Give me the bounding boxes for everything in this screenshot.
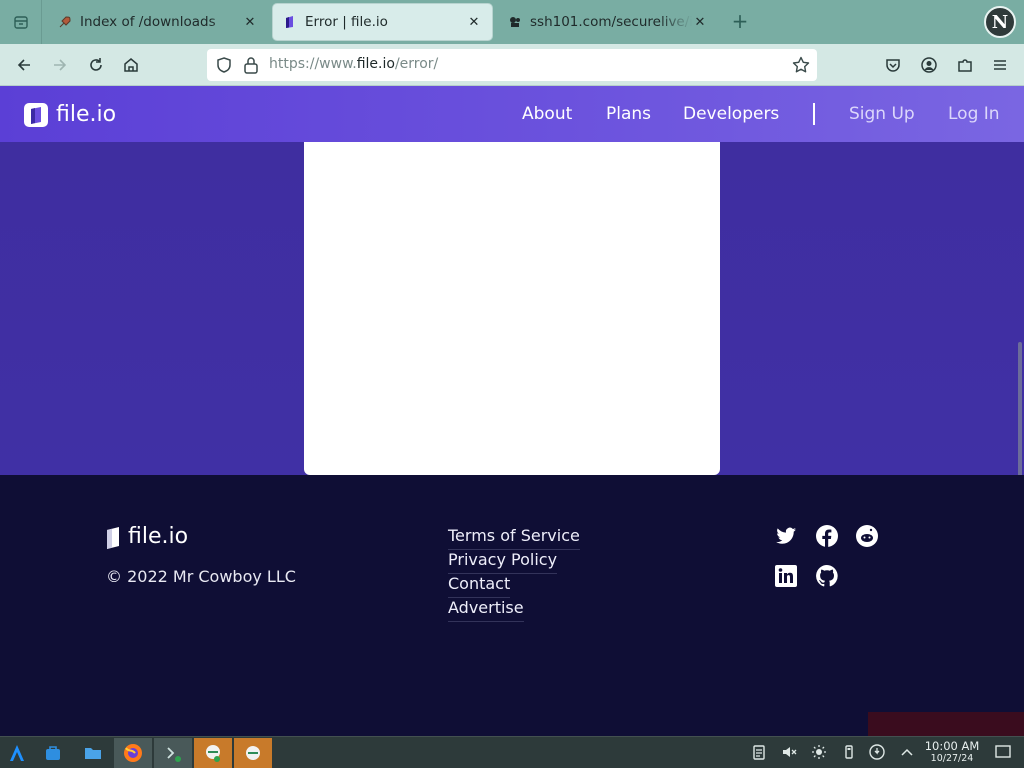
tab-ssh101[interactable]: ssh101.com/securelive/inde ✕ (498, 4, 718, 40)
tab-strip: Index of /downloads ✕ Error | file.io ✕ … (0, 0, 1024, 44)
tab-title: Index of /downloads (80, 14, 216, 30)
volume-muted-icon[interactable] (780, 743, 798, 761)
copyright-text: © 2022 Mr Cowboy LLC (106, 567, 296, 586)
terms-of-service-link[interactable]: Terms of Service (448, 526, 580, 550)
github-icon[interactable] (815, 564, 839, 588)
nav-about[interactable]: About (522, 104, 572, 124)
account-icon (921, 57, 937, 73)
arrow-left-icon (17, 59, 30, 71)
nav-divider (813, 103, 815, 125)
fileio-logo-icon (107, 526, 119, 549)
fileio-logo-icon (24, 102, 48, 127)
pocket-icon (886, 59, 900, 72)
system-clock[interactable]: 10:00 AM 10/27/24 (924, 740, 980, 765)
taskbar-firefox[interactable] (114, 738, 152, 768)
main-content (0, 142, 1024, 475)
tab-close-icon[interactable]: ✕ (242, 15, 258, 30)
taskbar-files[interactable] (74, 738, 112, 768)
site-header: file.io About Plans Developers Sign Up L… (0, 86, 1024, 142)
site-footer: file.io © 2022 Mr Cowboy LLC Terms of Se… (0, 475, 1024, 736)
site-brand-name: file.io (56, 102, 117, 127)
folder-icon (85, 748, 101, 759)
show-desktop-icon[interactable] (994, 743, 1012, 761)
tab-overview-button[interactable] (0, 0, 42, 44)
tray-expand-icon[interactable] (898, 743, 916, 761)
nav-log-in[interactable]: Log In (948, 104, 1000, 124)
linkedin-icon[interactable] (774, 564, 798, 588)
tab-title: ssh101.com/securelive/inde (530, 14, 692, 30)
app-badge-icon (206, 745, 220, 762)
privacy-policy-link[interactable]: Privacy Policy (448, 550, 558, 574)
taskbar-store[interactable] (34, 738, 72, 768)
footer-logo[interactable]: file.io (106, 524, 188, 549)
lock-icon[interactable] (242, 55, 260, 79)
clock-time: 10:00 AM (924, 739, 980, 753)
fileio-favicon-icon (283, 15, 297, 29)
reload-button[interactable] (82, 51, 110, 79)
reddit-icon[interactable] (855, 524, 879, 548)
launcher-icon (10, 745, 24, 761)
tracking-shield-icon[interactable] (215, 56, 233, 78)
arrow-right-icon (54, 59, 67, 71)
hamburger-menu-icon (994, 60, 1006, 70)
firefox-icon (124, 744, 142, 762)
tab-list-icon (13, 16, 28, 29)
tab-index-downloads[interactable]: Index of /downloads ✕ (48, 4, 268, 40)
camera-icon (508, 15, 522, 29)
account-button[interactable] (915, 51, 943, 79)
footer-links: Terms of Service Privacy Policy Contact … (448, 526, 580, 622)
nav-sign-up[interactable]: Sign Up (849, 104, 915, 124)
taskbar-app-a[interactable] (194, 738, 232, 768)
clipboard-icon[interactable] (750, 743, 768, 761)
navigation-toolbar: https://www.file.io/error/ (0, 44, 1024, 86)
error-card (304, 142, 720, 475)
url-path: /error/ (394, 56, 439, 72)
rocket-icon (58, 15, 72, 29)
url-text: https://www.file.io/error/ (269, 56, 438, 72)
bag-icon (46, 746, 60, 760)
forward-button[interactable] (46, 51, 74, 79)
brightness-icon[interactable] (810, 743, 828, 761)
tab-close-icon[interactable]: ✕ (692, 15, 708, 30)
address-bar[interactable]: https://www.file.io/error/ (207, 49, 817, 81)
url-scheme: https://www. (269, 56, 357, 72)
system-taskbar: 10:00 AM 10/27/24 (0, 736, 1024, 768)
back-button[interactable] (10, 51, 38, 79)
update-notifier-icon[interactable] (868, 743, 886, 761)
nav-developers[interactable]: Developers (683, 104, 779, 124)
terminal-icon (167, 747, 181, 762)
bookmark-star-icon[interactable] (791, 55, 811, 79)
pocket-button[interactable] (879, 51, 907, 79)
home-icon (124, 58, 138, 72)
profile-avatar[interactable]: N (984, 6, 1016, 38)
facebook-icon[interactable] (815, 524, 839, 548)
site-logo[interactable]: file.io (24, 102, 116, 127)
menu-button[interactable] (986, 51, 1014, 79)
reload-icon (90, 58, 102, 71)
tab-error-fileio[interactable]: Error | file.io ✕ (273, 4, 492, 40)
tab-close-icon[interactable]: ✕ (466, 15, 482, 30)
advertise-link[interactable]: Advertise (448, 598, 524, 622)
url-host: file.io (356, 56, 395, 72)
extensions-button[interactable] (951, 51, 979, 79)
footer-brand-name: file.io (128, 524, 189, 549)
new-tab-button[interactable]: + (728, 10, 752, 34)
puzzle-icon (958, 59, 972, 72)
overlay-strip (868, 712, 1024, 736)
app-launcher-button[interactable] (0, 738, 34, 768)
contact-link[interactable]: Contact (448, 574, 511, 598)
nav-plans[interactable]: Plans (606, 104, 651, 124)
clock-date: 10/27/24 (930, 753, 974, 764)
home-button[interactable] (117, 51, 145, 79)
taskbar-app-b[interactable] (234, 738, 272, 768)
tab-title: Error | file.io (305, 14, 388, 30)
usb-drive-icon[interactable] (840, 743, 858, 761)
app-badge-icon (246, 746, 260, 760)
taskbar-terminal[interactable] (154, 738, 192, 768)
twitter-icon[interactable] (774, 524, 798, 548)
